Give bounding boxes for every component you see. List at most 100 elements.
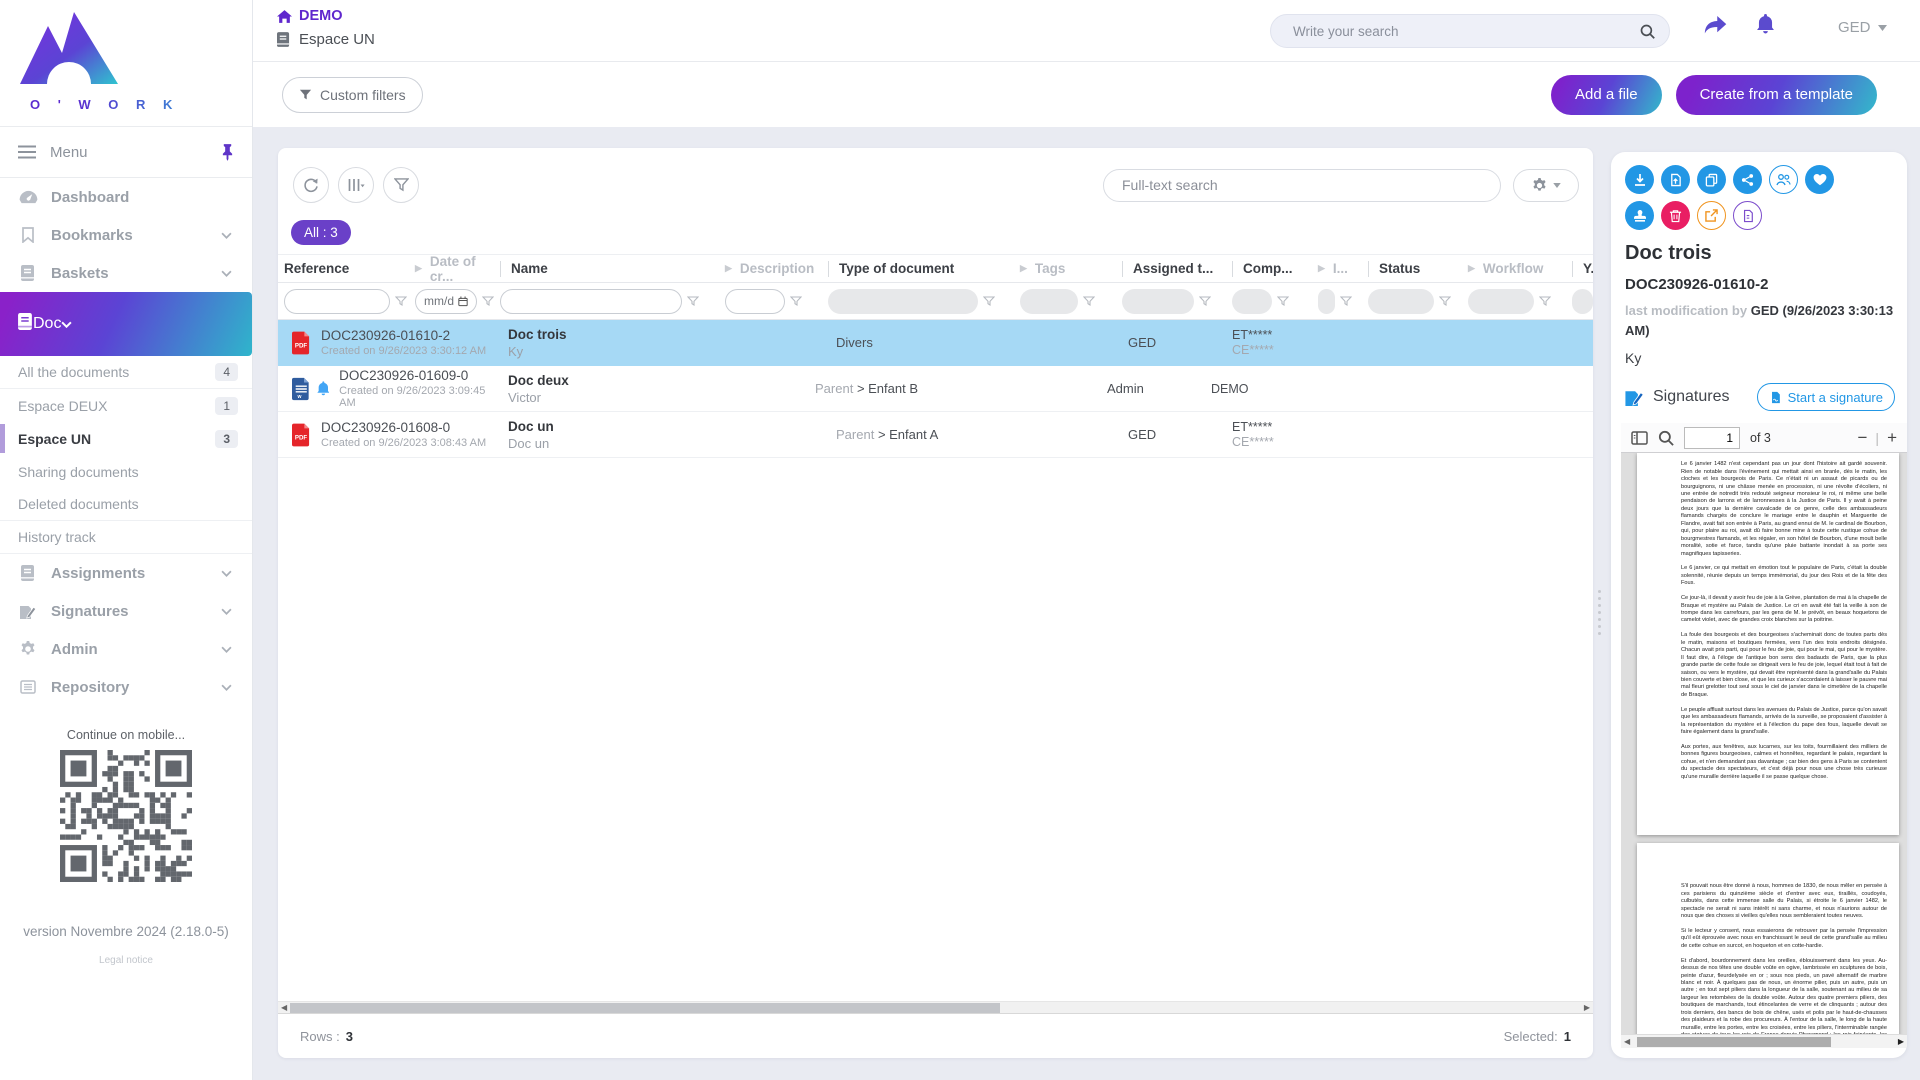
global-search[interactable] <box>1270 14 1670 48</box>
custom-filters-button[interactable]: Custom filters <box>282 77 423 113</box>
doc-reference: DOC230926-01609-0 <box>339 368 500 383</box>
reference-filter-input[interactable] <box>293 293 381 309</box>
scroll-left-icon[interactable]: ◀ <box>281 1002 287 1014</box>
all-count-chip[interactable]: All : 3 <box>291 220 351 245</box>
breadcrumb-site[interactable]: DEMO <box>277 8 375 24</box>
i-filter-select[interactable] <box>1318 289 1335 314</box>
breadcrumb-space[interactable]: Espace UN <box>277 31 375 48</box>
table-row[interactable]: w DOC230926-01609-0 Created on 9/26/2023… <box>278 366 1593 412</box>
zoom-in-button[interactable]: + <box>1887 428 1897 448</box>
column-header[interactable]: ▶Tags <box>1020 255 1122 282</box>
column-header[interactable]: ▶Workflow <box>1468 255 1572 282</box>
column-header[interactable]: Type of document <box>828 255 1020 282</box>
scroll-right-icon[interactable]: ▶ <box>1898 1036 1904 1048</box>
page-number-input[interactable] <box>1684 427 1740 449</box>
search-icon[interactable] <box>1640 24 1655 39</box>
global-search-input[interactable] <box>1291 23 1640 40</box>
company-filter-select[interactable] <box>1232 289 1272 314</box>
filter-button[interactable] <box>383 167 419 203</box>
sidebar-toggle-icon[interactable] <box>1631 431 1648 445</box>
sidebar-item-sharing-documents[interactable]: Sharing documents <box>0 455 252 488</box>
filter-icon[interactable] <box>983 296 995 307</box>
scroll-left-icon[interactable]: ◀ <box>1624 1036 1630 1048</box>
sidebar-item-espace-deux[interactable]: Espace DEUX 1 <box>0 389 252 422</box>
column-header[interactable]: Assigned t... <box>1122 255 1232 282</box>
filter-icon[interactable] <box>1199 296 1211 307</box>
columns-button[interactable] <box>338 167 374 203</box>
refresh-button[interactable] <box>293 167 329 203</box>
filter-icon[interactable] <box>482 296 494 307</box>
sidebar-item-deleted-documents[interactable]: Deleted documents <box>0 488 252 521</box>
fulltext-search-input[interactable] <box>1120 176 1484 194</box>
scrollbar-thumb[interactable] <box>1637 1037 1831 1047</box>
notifications-button[interactable] <box>1756 14 1775 39</box>
share-button[interactable] <box>1733 165 1762 194</box>
filter-icon[interactable] <box>687 296 699 307</box>
document-preview-button[interactable] <box>1733 201 1762 230</box>
column-header[interactable]: Name <box>500 255 725 282</box>
legal-notice-link[interactable]: Legal notice <box>0 955 252 966</box>
sidebar-item-repository[interactable]: Repository <box>0 668 252 706</box>
sidebar-item-signatures[interactable]: Signatures <box>0 592 252 630</box>
filter-icon[interactable] <box>1277 296 1289 307</box>
column-header[interactable]: ▶Date of cr... <box>415 255 500 282</box>
assigned-filter-select[interactable] <box>1122 289 1194 314</box>
filter-icon[interactable] <box>1083 296 1095 307</box>
sidebar-item-assignments[interactable]: Assignments <box>0 554 252 592</box>
column-header[interactable]: ▶Description <box>725 255 828 282</box>
pin-icon[interactable] <box>221 144 234 161</box>
search-icon[interactable] <box>1658 430 1674 446</box>
menu-toggle[interactable]: Menu <box>0 126 252 178</box>
sidebar-item-baskets[interactable]: Baskets <box>0 254 252 292</box>
panel-resize-handle[interactable] <box>1598 590 1604 635</box>
filter-icon[interactable] <box>395 296 407 307</box>
scroll-right-icon[interactable]: ▶ <box>1584 1002 1590 1014</box>
sidebar-item-dashboard[interactable]: Dashboard <box>0 178 252 216</box>
sidebar-item-espace-un[interactable]: Espace UN 3 <box>0 422 252 455</box>
table-row[interactable]: PDF DOC230926-01610-2 Created on 9/26/20… <box>278 320 1593 366</box>
column-header[interactable]: Reference <box>284 255 415 282</box>
pdf-preview[interactable]: Le 6 janvier 1482 n'est cependant pas un… <box>1621 453 1907 1034</box>
column-header[interactable]: ▶I... <box>1318 255 1368 282</box>
date-filter[interactable]: mm/d <box>415 289 477 314</box>
fulltext-search[interactable] <box>1103 169 1501 202</box>
open-external-button[interactable] <box>1697 201 1726 230</box>
create-from-template-button[interactable]: Create from a template <box>1676 75 1877 115</box>
share-button[interactable] <box>1703 16 1727 39</box>
y-filter-select[interactable] <box>1572 289 1593 314</box>
name-filter-input[interactable] <box>509 293 673 309</box>
permissions-button[interactable] <box>1769 165 1798 194</box>
filter-icon[interactable] <box>790 296 802 307</box>
description-filter-input[interactable] <box>734 293 776 309</box>
calendar-icon[interactable] <box>458 296 468 307</box>
pdf-horizontal-scrollbar[interactable]: ◀ ▶ <box>1621 1034 1907 1048</box>
status-filter-select[interactable] <box>1368 289 1434 314</box>
table-settings-button[interactable] <box>1513 169 1579 202</box>
sidebar-item-bookmarks[interactable]: Bookmarks <box>0 216 252 254</box>
zoom-out-button[interactable]: − <box>1857 428 1867 448</box>
table-row[interactable]: PDF DOC230926-01608-0 Created on 9/26/20… <box>278 412 1593 458</box>
stamp-button[interactable] <box>1625 201 1654 230</box>
start-signature-button[interactable]: Start a signature <box>1757 383 1895 411</box>
filter-icon[interactable] <box>1340 296 1352 307</box>
workflow-filter-select[interactable] <box>1468 289 1534 314</box>
delete-button[interactable] <box>1661 201 1690 230</box>
sidebar-item-admin[interactable]: Admin <box>0 630 252 668</box>
favorite-button[interactable] <box>1805 165 1834 194</box>
upload-version-button[interactable] <box>1661 165 1690 194</box>
filter-icon[interactable] <box>1539 296 1551 307</box>
copy-button[interactable] <box>1697 165 1726 194</box>
column-header[interactable]: Y... <box>1572 255 1593 282</box>
sidebar-item-history-track[interactable]: History track <box>0 521 252 554</box>
add-file-button[interactable]: Add a file <box>1551 75 1662 115</box>
column-header[interactable]: Comp... <box>1232 255 1318 282</box>
scrollbar-thumb[interactable] <box>290 1003 1000 1013</box>
sidebar-item-all-documents[interactable]: All the documents 4 <box>0 356 252 389</box>
download-button[interactable] <box>1625 165 1654 194</box>
tags-filter-select[interactable] <box>1020 289 1078 314</box>
column-header[interactable]: Status <box>1368 255 1468 282</box>
type-filter-select[interactable] <box>828 289 978 314</box>
user-menu[interactable]: GED <box>1838 19 1887 36</box>
sidebar-item-doc[interactable]: Doc <box>0 292 252 356</box>
horizontal-scrollbar[interactable]: ◀ ▶ <box>278 1001 1593 1014</box>
